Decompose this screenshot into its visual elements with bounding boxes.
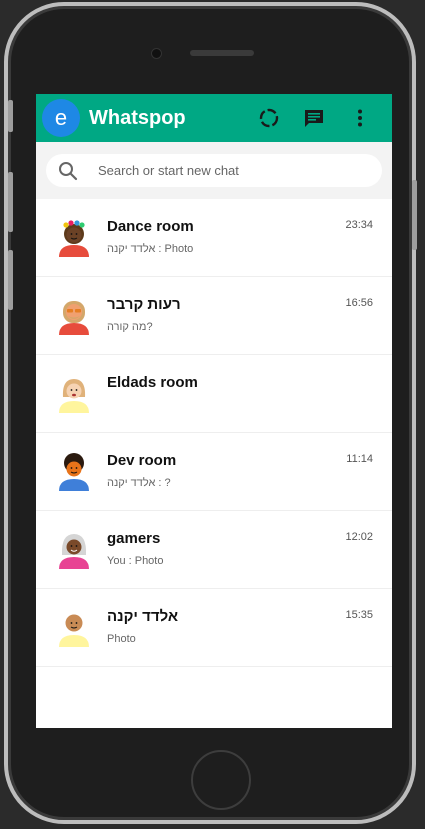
bald-man-avatar [59,614,89,647]
chat-last-message: You : Photo [107,555,164,567]
menu-icon[interactable] [349,107,371,129]
camera [151,48,162,59]
chat-last-message: מה קורה? [107,321,153,333]
woman-flowers-avatar [59,220,89,257]
chat-row-gamers[interactable]: gamers 12:02 You : Photo [36,511,392,589]
speaker [190,50,254,56]
chat-name: אלדד יקנה [107,608,179,625]
status-icon[interactable] [258,107,280,129]
user-avatar[interactable]: e [42,99,80,137]
chat-row-dance-room[interactable]: Dance room 23:34 אלדד יקנה : Photo [36,199,392,277]
volume-down-button [8,250,13,310]
chat-time: 11:14 [346,453,373,465]
chat-row-reut[interactable]: רעות קרבר 16:56 מה קורה? [36,277,392,355]
curly-man-avatar [59,453,89,491]
chat-name: Eldads room [107,374,198,391]
chat-last-message: Photo [107,633,136,645]
gray-hair-woman-avatar [59,534,89,569]
volume-up-button [8,172,13,232]
chat-list: Dance room 23:34 אלדד יקנה : Photo רעות … [36,199,392,667]
chat-last-message: אלדד יקנה : ? [107,477,171,489]
chat-name: Dance room [107,218,194,235]
chat-time: 23:34 [345,219,373,231]
chat-name: Dev room [107,452,177,469]
new-chat-icon[interactable] [303,107,325,129]
chat-time: 12:02 [345,531,373,543]
chat-name: gamers [107,530,161,547]
app-header: e Whatspop [36,94,392,142]
app-title: Whatspop [89,107,186,129]
search-input[interactable] [98,154,368,187]
home-button[interactable] [191,750,251,810]
app-screen: e Whatspop Search or start new chat Danc… [36,94,392,728]
chat-time: 16:56 [345,297,373,309]
power-button [412,180,417,250]
silent-switch [8,100,13,132]
blonde-woman-avatar [59,379,89,413]
chat-name: רעות קרבר [107,296,181,313]
chat-time: 15:35 [345,609,373,621]
chat-row-eldad[interactable]: אלדד יקנה 15:35 Photo [36,589,392,667]
chat-last-message: אלדד יקנה : Photo [107,243,194,255]
chat-row-eldads-room[interactable]: Eldads room [36,355,392,433]
man-sunglasses-avatar [59,301,89,335]
search-icon[interactable] [58,161,78,181]
search-bar [36,142,392,199]
search-box[interactable] [46,154,382,187]
chat-row-dev-room[interactable]: Dev room 11:14 אלדד יקנה : ? [36,433,392,511]
